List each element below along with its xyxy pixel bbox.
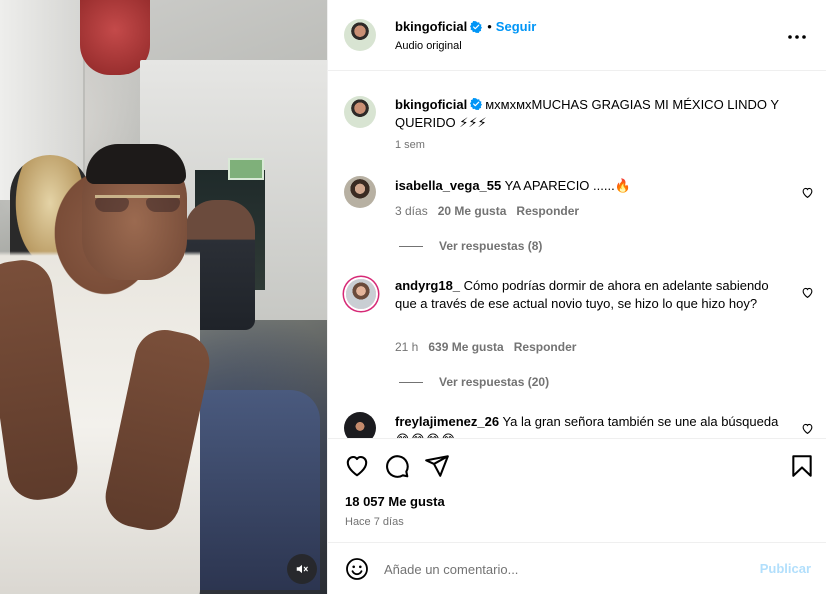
comment-body: freylajimenez_26 Ya la gran señora tambi… [395, 413, 790, 438]
comment-time: 3 días [395, 204, 428, 218]
share-button[interactable] [424, 453, 450, 479]
like-comment-icon[interactable] [801, 422, 814, 435]
more-options-icon [788, 35, 806, 39]
commenter-avatar[interactable] [344, 412, 376, 438]
comment-username[interactable]: andyrg18_ [395, 278, 460, 293]
view-replies-label: Ver respuestas (20) [439, 375, 550, 389]
view-replies-button[interactable]: Ver respuestas (8) [399, 239, 542, 253]
follow-button[interactable]: Seguir [496, 19, 536, 34]
post-header: bkingoficial • Seguir Audio original [328, 0, 826, 71]
audio-label[interactable]: Audio original [395, 40, 462, 52]
comment-likes[interactable]: 639 Me gusta [428, 340, 503, 354]
commenter-avatar[interactable] [344, 176, 376, 208]
bookmark-icon [792, 455, 812, 477]
comment-body: andyrg18_ Cómo podrías dormir de ahora e… [395, 277, 790, 313]
verified-icon [470, 98, 483, 110]
separator-dot: • [487, 19, 492, 34]
publish-button[interactable]: Publicar [760, 561, 811, 576]
video-exit-sign [228, 158, 264, 180]
comment-body: isabella_vega_55 YA APARECIO ......🔥 [395, 177, 790, 195]
comment-composer: Publicar [328, 542, 826, 594]
heart-icon [346, 455, 368, 477]
share-icon [425, 455, 449, 477]
comment-input[interactable] [384, 557, 744, 581]
video-hair [86, 144, 186, 184]
comments-list[interactable]: bkingoficial ᴍхᴍхᴍхMUCHAS GRAGIAS MI MÉX… [328, 72, 826, 438]
view-replies-label: Ver respuestas (8) [439, 239, 543, 253]
caption-body: bkingoficial ᴍхᴍхᴍхMUCHAS GRAGIAS MI MÉX… [395, 96, 790, 132]
post-video[interactable] [0, 0, 327, 594]
reply-button[interactable]: Responder [514, 340, 577, 354]
comment-username[interactable]: freylajimenez_26 [395, 414, 499, 429]
comment-meta: 21 h 639 Me gusta Responder [395, 340, 576, 354]
author-avatar[interactable] [344, 96, 376, 128]
replies-divider [399, 381, 423, 383]
like-button[interactable] [344, 453, 370, 479]
comment-username[interactable]: isabella_vega_55 [395, 178, 501, 193]
emoji-button[interactable] [345, 557, 369, 581]
likes-count[interactable]: 18 057 Me gusta [345, 494, 445, 509]
action-bar: 18 057 Me gusta Hace 7 días [328, 438, 826, 542]
view-replies-button[interactable]: Ver respuestas (20) [399, 375, 549, 389]
comment-button[interactable] [384, 453, 410, 479]
verified-icon [470, 20, 483, 33]
author-username[interactable]: bkingoficial [395, 19, 467, 34]
comment-time: 21 h [395, 340, 419, 354]
comment-text: YA APARECIO ......🔥 [504, 178, 631, 193]
comment-icon [386, 455, 409, 478]
reply-button[interactable]: Responder [516, 204, 579, 218]
mute-icon [296, 564, 308, 574]
caption-username[interactable]: bkingoficial [395, 97, 467, 112]
post-side-panel: bkingoficial • Seguir Audio original bki… [327, 0, 826, 594]
like-comment-icon[interactable] [801, 186, 814, 199]
more-options-button[interactable] [785, 27, 809, 47]
post-date: Hace 7 días [345, 516, 404, 528]
mute-button[interactable] [287, 554, 317, 584]
caption-time: 1 sem [395, 139, 425, 151]
comment-likes[interactable]: 20 Me gusta [438, 204, 507, 218]
like-comment-icon[interactable] [801, 286, 814, 299]
comment-meta: 3 días 20 Me gusta Responder [395, 204, 579, 218]
save-button[interactable] [789, 453, 815, 479]
replies-divider [399, 245, 423, 247]
emoji-icon [346, 558, 368, 580]
commenter-avatar[interactable] [346, 279, 376, 309]
author-avatar[interactable] [344, 19, 376, 51]
video-sunglasses [95, 195, 180, 212]
